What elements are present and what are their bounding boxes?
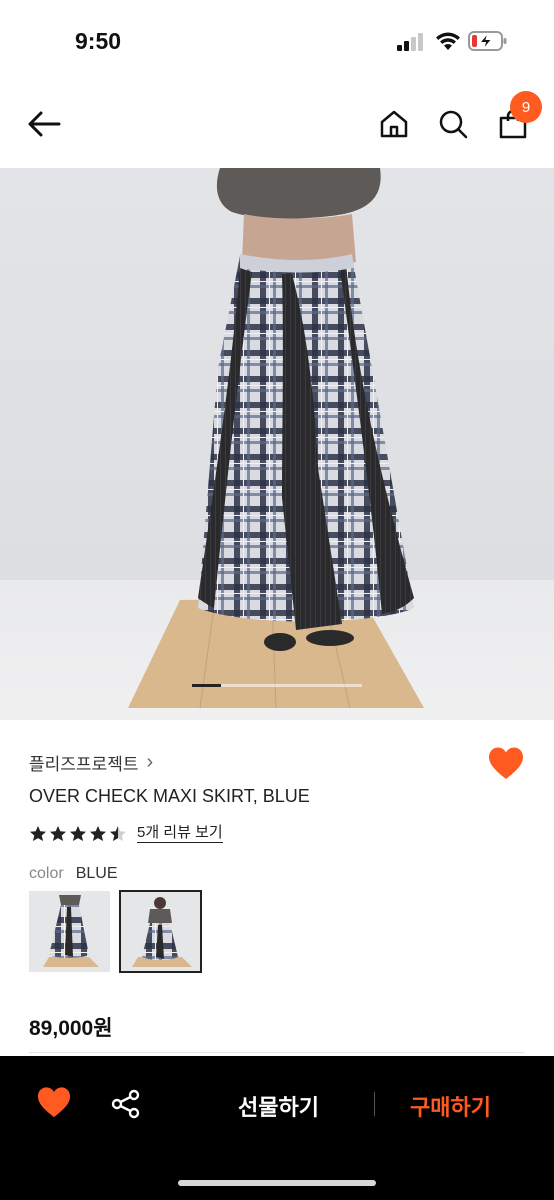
cart-count-badge: 9 bbox=[510, 91, 542, 123]
star-icon bbox=[90, 826, 106, 841]
heart-icon[interactable] bbox=[487, 746, 525, 782]
product-title: OVER CHECK MAXI SKIRT, BLUE bbox=[29, 786, 310, 806]
share-icon[interactable] bbox=[110, 1088, 142, 1120]
review-link[interactable]: 5개 리뷰 보기 bbox=[137, 824, 223, 843]
back-arrow-icon bbox=[28, 111, 61, 137]
thumbnail-image bbox=[29, 891, 110, 972]
signal-icon bbox=[397, 33, 423, 51]
star-rating bbox=[29, 825, 127, 842]
home-indicator bbox=[178, 1180, 376, 1186]
rating-row: 5개 리뷰 보기 bbox=[29, 824, 223, 843]
status-bar: 9:50 bbox=[0, 0, 554, 80]
home-button[interactable] bbox=[374, 104, 414, 144]
battery-charging-icon bbox=[468, 31, 507, 51]
product-price: 89,000원 bbox=[29, 1017, 113, 1040]
brand-link[interactable]: 플리즈프로젝트 › bbox=[29, 750, 153, 775]
thumbnail-2[interactable] bbox=[119, 890, 202, 973]
color-row: color BLUE bbox=[29, 865, 117, 883]
product-photo bbox=[128, 168, 424, 709]
heart-icon[interactable] bbox=[36, 1086, 72, 1120]
star-icon bbox=[30, 826, 46, 841]
carousel-progress-indicator bbox=[192, 684, 221, 687]
search-icon bbox=[439, 110, 468, 139]
star-icon bbox=[70, 826, 86, 841]
gift-button[interactable]: 선물하기 bbox=[238, 1090, 319, 1122]
top-nav-bar bbox=[0, 90, 554, 160]
color-label: color bbox=[29, 865, 64, 882]
search-button[interactable] bbox=[433, 104, 473, 144]
back-button[interactable] bbox=[24, 104, 64, 144]
button-divider bbox=[374, 1092, 375, 1116]
brand-name: 플리즈프로젝트 bbox=[29, 755, 139, 774]
color-thumbnails bbox=[29, 890, 202, 973]
bottom-action-bar: 선물하기 구매하기 bbox=[0, 1056, 554, 1200]
wifi-icon bbox=[436, 32, 460, 50]
section-divider bbox=[29, 1052, 525, 1053]
chevron-right-icon: › bbox=[146, 751, 154, 773]
thumbnail-1[interactable] bbox=[29, 891, 110, 972]
carousel-progress-track bbox=[192, 684, 362, 687]
star-icon bbox=[50, 826, 66, 841]
buy-button[interactable]: 구매하기 bbox=[410, 1090, 491, 1122]
product-image-carousel[interactable] bbox=[0, 168, 554, 720]
thumbnail-image bbox=[120, 891, 201, 972]
star-icon bbox=[110, 826, 126, 841]
status-time: 9:50 bbox=[75, 28, 122, 54]
home-icon bbox=[380, 110, 408, 138]
color-value: BLUE bbox=[75, 865, 118, 882]
